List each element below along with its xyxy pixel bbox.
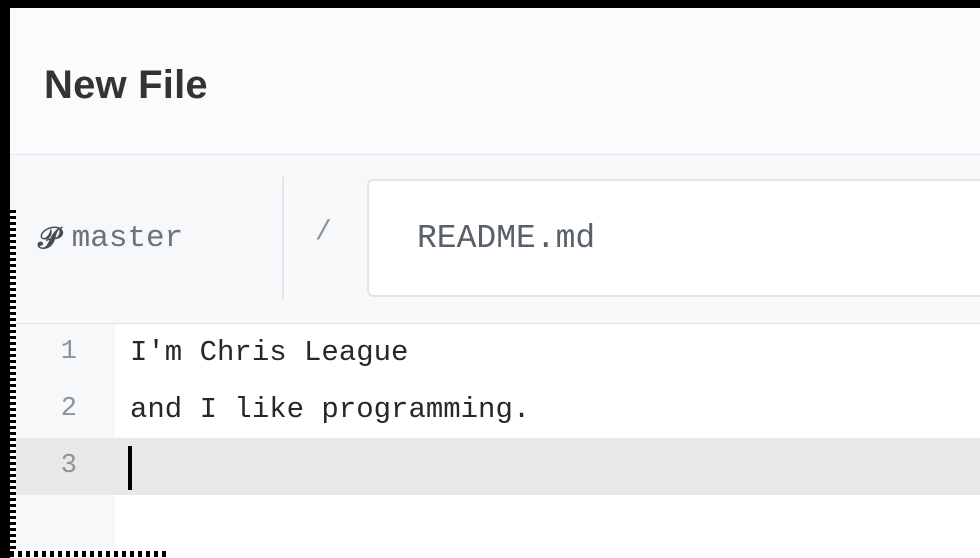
line-number: 1	[60, 337, 77, 367]
line-number: 2	[60, 394, 77, 424]
page-title: New File	[44, 63, 208, 107]
screenshot-border-left	[0, 0, 10, 558]
line-text[interactable]: I'm Chris League	[130, 324, 408, 381]
page-header: New File	[10, 8, 980, 155]
branch-name: master	[71, 220, 184, 256]
text-cursor	[128, 446, 132, 490]
editor-line[interactable]: 1 I'm Chris League	[10, 324, 980, 381]
editor-line-active[interactable]: 3	[10, 438, 980, 495]
code-editor[interactable]: 1 I'm Chris League 2 and I like programm…	[10, 324, 980, 558]
new-file-panel: New File 𝒫 master / 1 I'm Chris League 2…	[0, 0, 980, 558]
screenshot-border-top	[0, 0, 980, 8]
selection-marquee-bottom	[10, 551, 170, 557]
line-number: 3	[10, 438, 115, 495]
editor-line[interactable]: 2 and I like programming.	[10, 381, 980, 438]
path-separator: /	[315, 217, 332, 248]
file-path-bar: 𝒫 master /	[10, 155, 980, 324]
filename-input[interactable]	[367, 179, 980, 297]
selection-marquee-left	[10, 210, 16, 558]
git-branch-icon: 𝒫	[38, 220, 60, 256]
line-text[interactable]: and I like programming.	[130, 381, 530, 438]
branch-selector[interactable]: 𝒫 master	[38, 213, 183, 263]
path-divider	[282, 177, 284, 299]
